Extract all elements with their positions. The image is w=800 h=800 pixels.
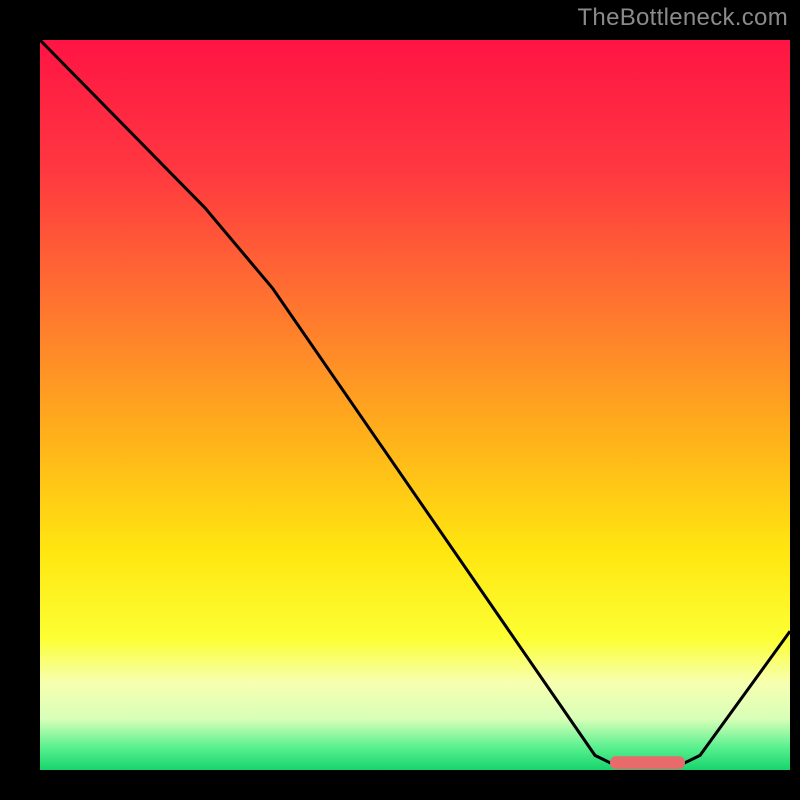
attribution-label: TheBottleneck.com — [577, 4, 788, 32]
gradient-background — [40, 40, 790, 770]
chart-container: TheBottleneck.com — [0, 0, 800, 800]
optimal-zone-marker — [610, 756, 685, 769]
chart-svg — [40, 40, 790, 770]
plot-area — [40, 40, 790, 770]
